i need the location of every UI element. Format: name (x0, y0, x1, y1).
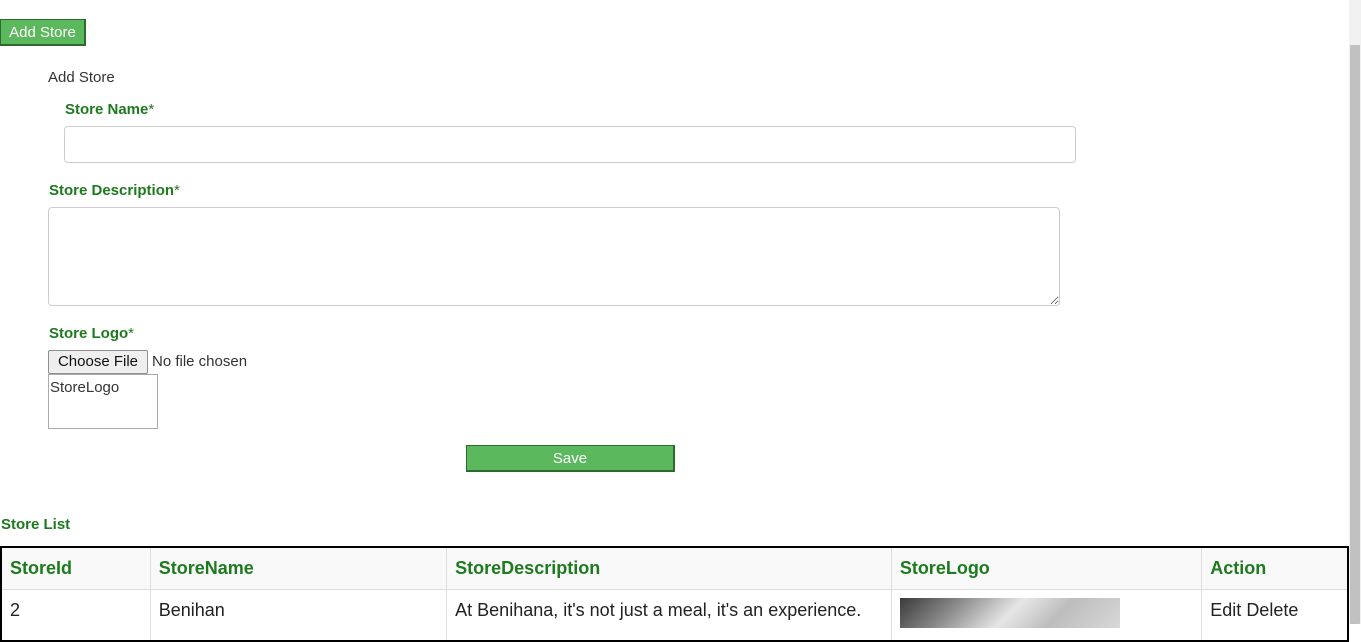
store-logo-label: Store Logo* (49, 325, 134, 342)
required-marker: * (148, 101, 155, 118)
column-header-store-name: StoreName (149, 546, 448, 590)
cell-store-name: Benihan (149, 589, 448, 642)
vertical-scrollbar-thumb[interactable] (1350, 45, 1360, 624)
column-header-store-id: StoreId (0, 546, 151, 590)
store-logo-preview: StoreLogo (48, 374, 158, 429)
form-title: Add Store (48, 69, 115, 86)
table-header-row: StoreId StoreName StoreDescription Store… (0, 546, 1349, 590)
store-list-title: Store List (1, 516, 71, 533)
file-status-text: No file chosen (152, 353, 248, 370)
required-marker: * (128, 325, 135, 342)
store-logo-label-text: Store Logo (49, 325, 129, 342)
cell-store-logo (890, 589, 1203, 642)
store-name-label-text: Store Name (65, 101, 149, 118)
column-header-action: Action (1201, 546, 1349, 590)
store-name-input[interactable] (64, 126, 1076, 163)
store-name-label: Store Name* (65, 101, 154, 118)
required-marker: * (174, 182, 180, 199)
store-description-label-text: Store Description (49, 182, 175, 199)
choose-file-button[interactable]: Choose File (48, 350, 148, 374)
store-description-label: Store Description* (49, 182, 180, 199)
cell-store-id: 2 (0, 589, 151, 642)
edit-link[interactable]: Edit (1210, 600, 1241, 620)
save-button[interactable]: Save (466, 445, 675, 472)
add-store-button[interactable]: Add Store (0, 19, 86, 46)
column-header-store-description: StoreDescription (446, 546, 892, 590)
delete-link[interactable]: Delete (1246, 600, 1298, 620)
table-row: 2 Benihan At Benihana, it's not just a m… (0, 589, 1349, 642)
cell-store-description: At Benihana, it's not just a meal, it's … (446, 589, 892, 642)
column-header-store-logo: StoreLogo (890, 546, 1203, 590)
cell-action: Edit Delete (1201, 589, 1349, 642)
store-description-input[interactable] (48, 207, 1060, 306)
store-table: StoreId StoreName StoreDescription Store… (0, 546, 1349, 642)
